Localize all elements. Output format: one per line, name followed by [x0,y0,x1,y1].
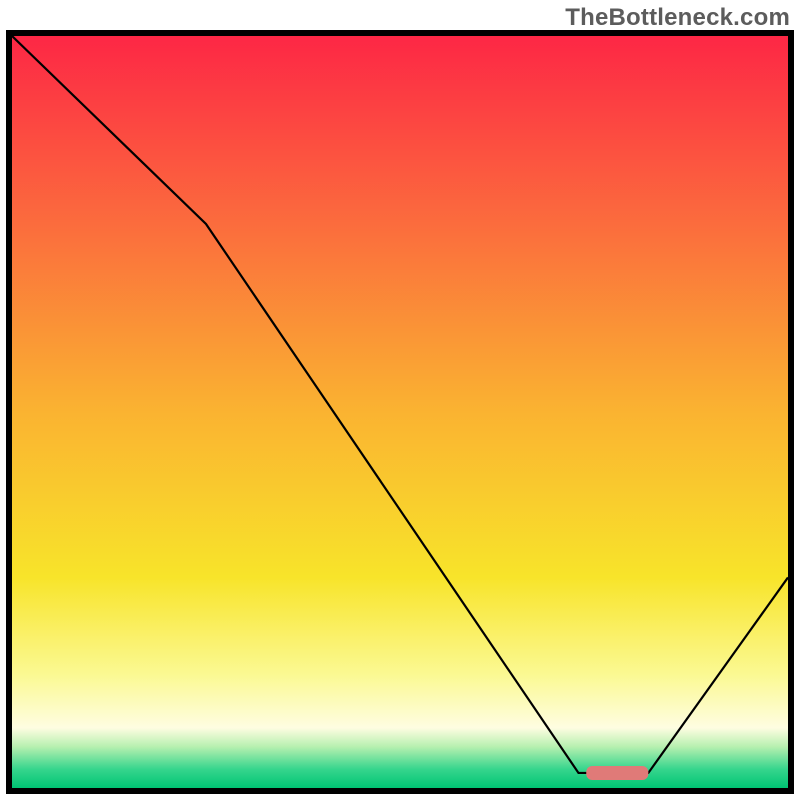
watermark-text: TheBottleneck.com [565,4,790,32]
bottleneck-plot [12,36,788,788]
optimal-range-marker [586,766,648,780]
plot-frame [6,30,794,794]
chart-container: TheBottleneck.com [0,0,800,800]
